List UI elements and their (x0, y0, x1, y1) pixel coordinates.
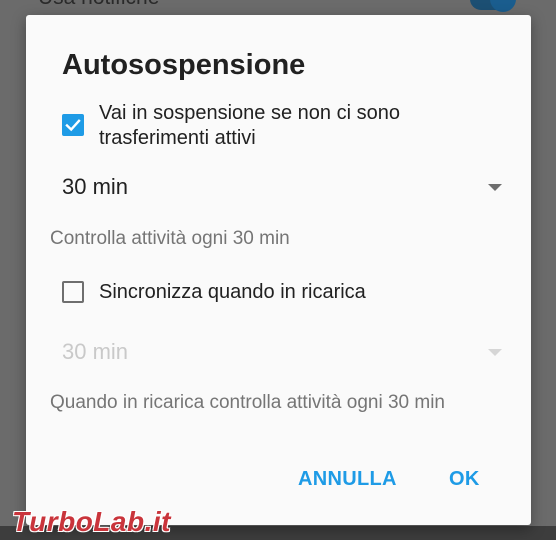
charging-sync-checkbox-label[interactable]: Sincronizza quando in ricarica (99, 280, 499, 305)
suspend-checkbox-label[interactable]: Vai in sospensione se non ci sono trasfe… (99, 101, 499, 151)
charging-interval-spinner: 30 min (62, 337, 502, 369)
suspend-summary: Controlla attività ogni 30 min (50, 228, 290, 249)
suspend-interval-spinner[interactable]: 30 min (62, 172, 502, 204)
cancel-button[interactable]: ANNULLA (298, 468, 397, 491)
charging-sync-checkbox[interactable] (62, 281, 84, 303)
dropdown-arrow-icon (488, 349, 502, 356)
charging-summary: Quando in ricarica controlla attività og… (50, 392, 445, 413)
watermark-logo: TurboLab.it (12, 506, 171, 537)
background-setting-label: Usa notifiche (38, 0, 159, 10)
background-setting-row: Usa notifiche (0, 0, 556, 14)
suspend-checkbox[interactable] (62, 114, 84, 136)
dropdown-arrow-icon (488, 184, 502, 191)
background-toggle-knob (490, 0, 516, 12)
checkmark-icon (65, 119, 81, 132)
ok-button[interactable]: OK (449, 468, 480, 491)
background-toggle-switch (470, 0, 516, 12)
dialog-title: Autosospensione (62, 49, 306, 81)
charging-interval-value: 30 min (62, 339, 129, 364)
autosospensione-dialog: Autosospensione Vai in sospensione se no… (26, 15, 531, 525)
suspend-interval-value: 30 min (62, 174, 129, 199)
